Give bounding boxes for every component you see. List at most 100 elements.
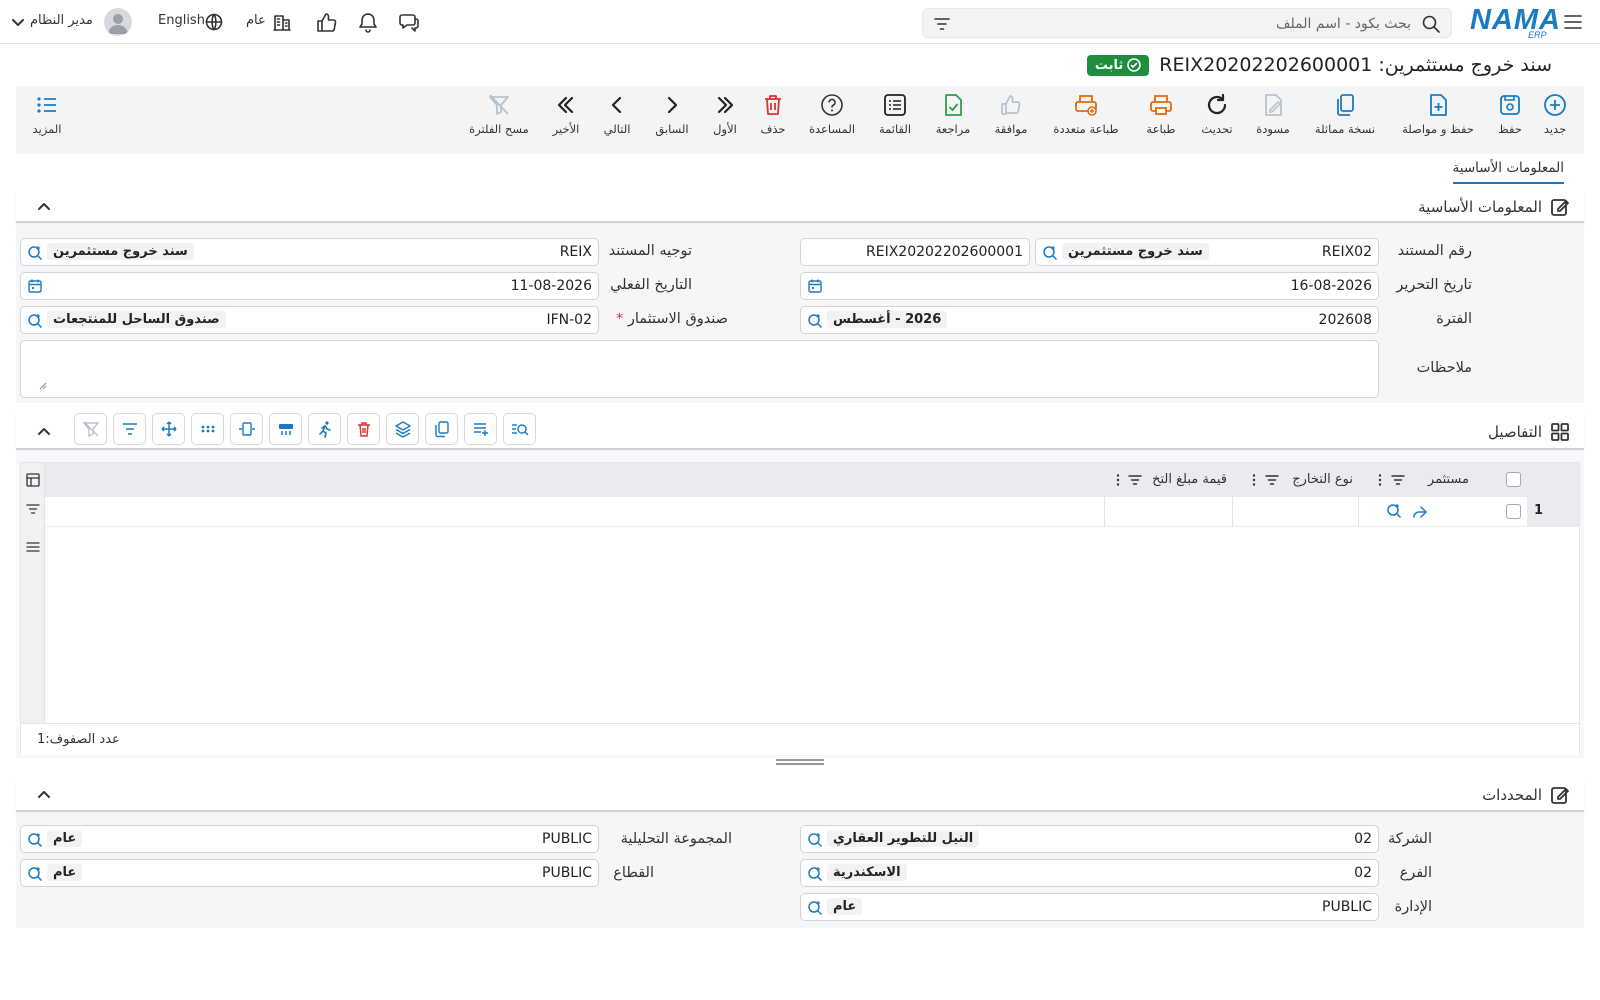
move-tool-button[interactable]: [152, 413, 185, 445]
sector-label: القطاع: [613, 865, 654, 881]
clear-filter-tool-button[interactable]: [74, 413, 107, 445]
lookup-icon[interactable]: [26, 831, 44, 853]
column-filter-icon[interactable]: [1391, 473, 1405, 491]
select-all-checkbox[interactable]: [1506, 472, 1521, 487]
company-building-icon[interactable]: [272, 12, 292, 36]
table-row[interactable]: 1: [45, 497, 1579, 527]
collapse-chevron-icon[interactable]: [36, 787, 52, 807]
analysis-group-field[interactable]: PUBLIC عام: [20, 825, 599, 853]
fund-field[interactable]: IFN-02 صندوق الساحل للمنتجعات: [20, 306, 599, 334]
doc-type-field[interactable]: REIX02 سند خروج مستثمرين: [1035, 238, 1379, 266]
fit-columns-icon: [238, 422, 255, 436]
column-menu-icon[interactable]: [1377, 473, 1383, 491]
calendar-icon[interactable]: [27, 278, 43, 298]
doc-number-field[interactable]: REIX20202202600001: [800, 238, 1030, 266]
row-checkbox[interactable]: [1506, 504, 1521, 519]
resize-handle-icon[interactable]: [39, 378, 47, 394]
delete-row-tool-button[interactable]: [347, 413, 380, 445]
bell-icon[interactable]: [357, 11, 379, 37]
branch-field-label: الفرع: [1399, 865, 1432, 881]
insert-row-tool-button[interactable]: [269, 413, 302, 445]
dimensions-section-header[interactable]: المحددات: [16, 778, 1584, 812]
save-button[interactable]: حفظ: [1475, 92, 1545, 136]
issue-date-value: 16-08-2026: [1290, 278, 1372, 294]
calendar-icon[interactable]: [807, 278, 823, 298]
print-icon: [1150, 95, 1172, 115]
next-record-label: التالي: [603, 122, 631, 136]
multi-print-button[interactable]: طباعة متعددة: [1051, 92, 1121, 136]
column-header-exit-amount[interactable]: قيمة مبلغ التخ: [1152, 472, 1227, 487]
company-label[interactable]: عام: [246, 13, 266, 28]
logo-text: NAMA: [1470, 4, 1561, 36]
lookup-icon[interactable]: [806, 865, 824, 887]
thumbs-up-top-icon[interactable]: [315, 11, 337, 37]
lookup-icon[interactable]: [806, 831, 824, 853]
add-lines-tool-button[interactable]: [464, 413, 497, 445]
duplicate-button[interactable]: نسخة مماثلة: [1310, 92, 1380, 136]
column-header-investor[interactable]: مستثمر: [1428, 472, 1469, 487]
lookup-icon[interactable]: [806, 899, 824, 921]
column-filter-icon[interactable]: [1128, 473, 1142, 491]
print-button[interactable]: طباعة: [1126, 92, 1196, 136]
search-rows-tool-button[interactable]: [503, 413, 536, 445]
side-columns-icon[interactable]: [25, 539, 41, 559]
column-header-exit-type[interactable]: نوع التخارج: [1292, 472, 1353, 487]
lookup-icon[interactable]: [26, 312, 44, 334]
hamburger-menu-icon[interactable]: [1562, 11, 1584, 37]
search-input[interactable]: [959, 13, 1411, 35]
save-continue-button[interactable]: حفظ و مواصلة: [1402, 92, 1474, 136]
sector-field[interactable]: PUBLIC عام: [20, 859, 599, 887]
list-icon: [884, 94, 906, 116]
column-filter-icon[interactable]: [1265, 473, 1279, 491]
side-filter-icon[interactable]: [25, 501, 41, 521]
dots-tool-button[interactable]: [191, 413, 224, 445]
copy-row-tool-button[interactable]: [425, 413, 458, 445]
fund-label: صندوق الاستثمار *: [616, 311, 728, 327]
basic-info-section-header[interactable]: المعلومات الأساسية: [16, 191, 1584, 223]
period-field[interactable]: 202608 2026 - أغسطس: [800, 306, 1379, 334]
sector-code: PUBLIC: [542, 865, 592, 881]
notes-textarea[interactable]: [20, 340, 1379, 398]
lookup-icon[interactable]: [26, 244, 44, 266]
double-chevron-left-icon: [557, 96, 574, 114]
collapse-chevron-icon[interactable]: [36, 424, 52, 444]
more-button[interactable]: المزيد: [12, 92, 82, 136]
refresh-label: تحديث: [1201, 122, 1233, 136]
language-switch[interactable]: English: [158, 13, 205, 28]
globe-icon[interactable]: [205, 13, 223, 35]
lookup-icon[interactable]: [26, 865, 44, 887]
lookup-icon[interactable]: [1041, 244, 1059, 266]
column-menu-icon[interactable]: [1115, 473, 1121, 491]
chevron-left-icon: [611, 96, 622, 114]
user-name[interactable]: مدير النظام: [30, 13, 93, 28]
fund-code: IFN-02: [546, 312, 592, 328]
tab-basic-info[interactable]: المعلومات الأساسية: [1452, 160, 1564, 184]
nama-erp-logo[interactable]: NAMA ERP: [1470, 4, 1560, 40]
company-field[interactable]: 02 النيل للتطوير العقاري: [800, 825, 1379, 853]
avatar[interactable]: [104, 8, 132, 36]
filter-tool-button[interactable]: [113, 413, 146, 445]
branch-field[interactable]: 02 الاسكندرية: [800, 859, 1379, 887]
fit-columns-tool-button[interactable]: [230, 413, 263, 445]
issue-date-field[interactable]: 16-08-2026: [800, 272, 1379, 300]
clear-filter-button[interactable]: مسح الفلترة: [464, 92, 534, 136]
actual-date-field[interactable]: 11-08-2026: [20, 272, 599, 300]
department-field[interactable]: PUBLIC عام: [800, 893, 1379, 921]
layers-tool-button[interactable]: [386, 413, 419, 445]
table-settings-icon[interactable]: [25, 472, 41, 492]
user-menu-chevron-icon[interactable]: [10, 14, 26, 34]
lookup-icon[interactable]: [806, 312, 824, 334]
last-record-button[interactable]: الأخير: [531, 92, 601, 136]
status-badge-label: ثابت: [1094, 57, 1124, 73]
search-filter-icon[interactable]: [933, 15, 951, 37]
search-icon[interactable]: [1421, 14, 1441, 38]
run-tool-button[interactable]: [308, 413, 341, 445]
list-button[interactable]: القائمة: [860, 92, 930, 136]
column-menu-icon[interactable]: [1251, 473, 1257, 491]
chat-icon[interactable]: [398, 11, 420, 37]
doc-direction-field[interactable]: REIX سند خروج مستثمرين: [20, 238, 599, 266]
collapse-chevron-icon[interactable]: [36, 199, 52, 219]
row-lookup-icon[interactable]: [1385, 502, 1403, 524]
row-open-icon[interactable]: [1411, 503, 1429, 525]
resize-splitter[interactable]: [776, 759, 824, 765]
